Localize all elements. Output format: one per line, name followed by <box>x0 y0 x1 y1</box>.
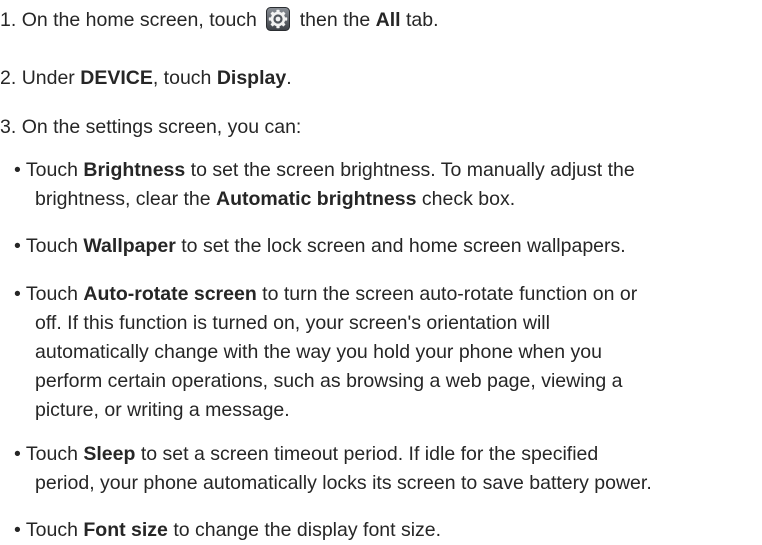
list-item-line: • Touch Sleep to set a screen timeout pe… <box>14 443 599 465</box>
step-number: 2. <box>0 67 17 89</box>
list-item-line: picture, or writing a message. <box>35 399 290 421</box>
list-item-line: • Touch Auto-rotate screen to turn the s… <box>14 283 638 305</box>
step-number: 1. <box>0 9 17 31</box>
step-number: 3. <box>0 116 17 138</box>
list-item-line: off. If this function is turned on, your… <box>35 312 550 334</box>
list-item-line: • Touch Brightness to set the screen bri… <box>14 159 635 181</box>
step-text: then the <box>299 9 371 31</box>
settings-gear-icon <box>266 6 291 31</box>
list-item: • Touch Wallpaper to set the lock screen… <box>14 232 754 261</box>
bullet-mark: • <box>14 519 21 541</box>
list-item: • Touch Brightness to set the screen bri… <box>14 156 754 214</box>
list-item-line: • Touch Wallpaper to set the lock screen… <box>14 235 626 257</box>
step-3: 3. On the settings screen, you can: <box>0 115 301 139</box>
step-text: On the settings screen, you can: <box>21 116 302 138</box>
bullet-mark: • <box>14 235 21 257</box>
list-item: • Touch Auto-rotate screen to turn the s… <box>14 280 754 425</box>
step-2: 2. Under DEVICE, touch Display. <box>0 66 292 90</box>
step-text: , touch <box>152 67 212 89</box>
step-text: . <box>286 67 292 89</box>
step-bold: Display <box>216 67 287 89</box>
bullet-mark: • <box>14 283 21 305</box>
bullet-mark: • <box>14 443 21 465</box>
step-bold: DEVICE <box>80 67 153 89</box>
step-1: 1. On the home screen, touch then the Al… <box>0 6 439 32</box>
list-item-line: brightness, clear the Automatic brightne… <box>35 188 516 210</box>
list-item-line: period, your phone automatically locks i… <box>35 472 652 494</box>
list-item-line: perform certain operations, such as brow… <box>35 370 623 392</box>
step-text: tab. <box>406 9 439 31</box>
list-item-line: automatically change with the way you ho… <box>35 341 602 363</box>
step-text: Under <box>21 67 75 89</box>
bullet-mark: • <box>14 159 21 181</box>
list-item: • Touch Sleep to set a screen timeout pe… <box>14 440 754 498</box>
step-text: On the home screen, touch <box>21 9 257 31</box>
step-bold: All <box>375 9 401 31</box>
